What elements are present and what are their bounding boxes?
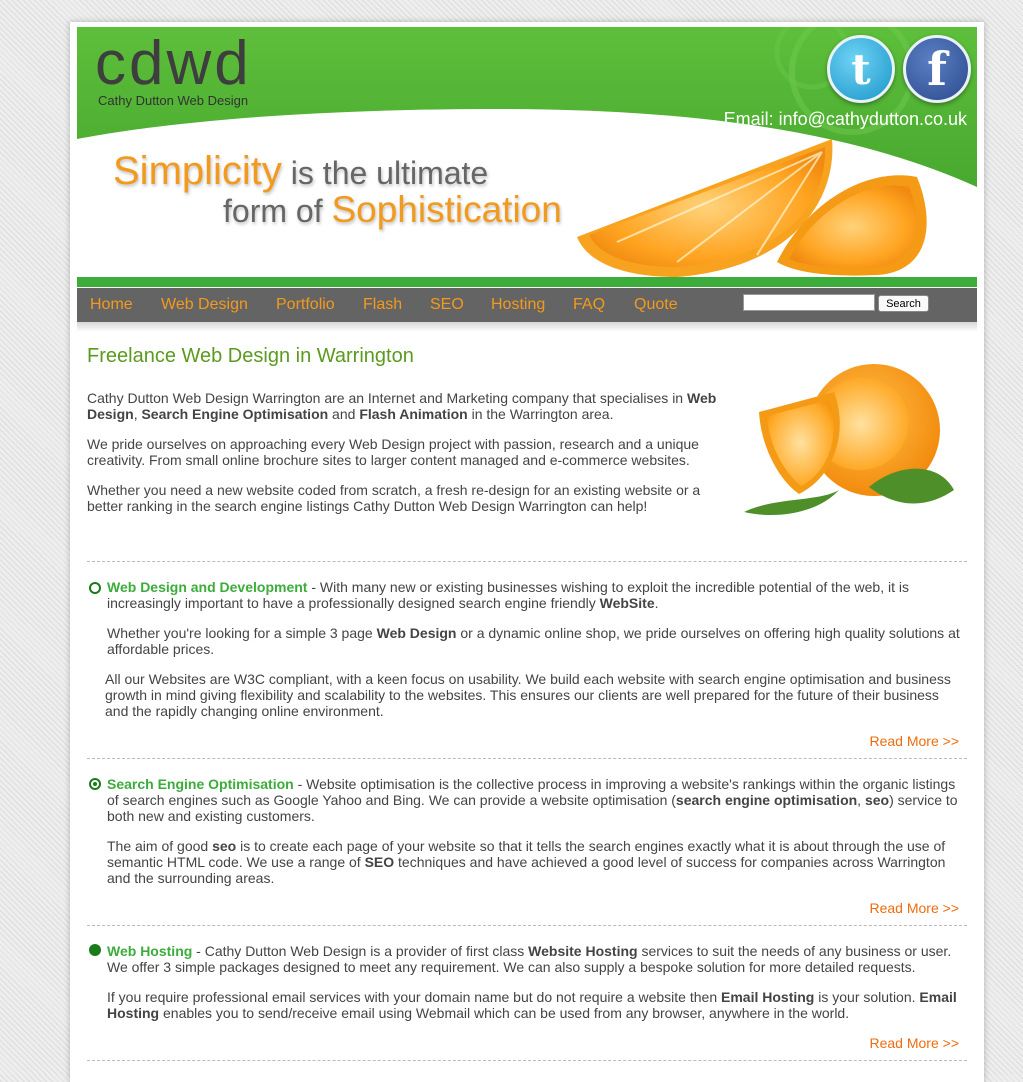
section-bold: SEO: [364, 854, 395, 870]
intro-paragraph-2: We pride ourselves on approaching every …: [87, 436, 699, 468]
twitter-icon[interactable]: t: [827, 35, 895, 103]
nav-item-seo[interactable]: SEO: [430, 296, 464, 314]
section-text: Whether you're looking for a simple 3 pa…: [107, 625, 377, 641]
intro-text: and: [328, 406, 360, 422]
section-text: is your solution.: [814, 989, 920, 1005]
logo-subtitle: Cathy Dutton Web Design: [98, 93, 249, 108]
section-seo-p1: Search Engine Optimisation - Website opt…: [107, 776, 962, 824]
section-text: If you require professional email servic…: [107, 989, 721, 1005]
read-more-link-hosting[interactable]: Read More >>: [870, 1035, 960, 1051]
section-bold: seo: [212, 838, 237, 854]
nav-item-flash[interactable]: Flash: [363, 296, 402, 314]
section-divider: [87, 758, 967, 759]
contact-email[interactable]: Email: info@cathydutton.co.uk: [724, 109, 967, 130]
page-container: cdwd Cathy Dutton Web Design t f Email: …: [70, 22, 984, 1082]
section-title-hosting[interactable]: Web Hosting: [107, 943, 192, 959]
search-button[interactable]: Search: [878, 295, 929, 312]
nav-item-web-design[interactable]: Web Design: [161, 296, 248, 314]
tagline-highlight-sophistication: Sophistication: [331, 189, 562, 230]
nav-shadow: [77, 322, 977, 332]
search-input[interactable]: [743, 294, 875, 311]
intro-text: Cathy Dutton Web Design Warrington are a…: [87, 390, 687, 406]
section-bold: Email Hosting: [721, 989, 815, 1005]
read-more-link-web-design[interactable]: Read More >>: [870, 733, 960, 749]
intro-bold-flash: Flash Animation: [359, 406, 468, 422]
nav-item-hosting[interactable]: Hosting: [491, 296, 545, 314]
tagline-line1: Simplicity is the ultimate: [113, 149, 488, 194]
tagline-line2: form of Sophistication: [223, 189, 562, 231]
section-bold: WebSite: [599, 595, 655, 611]
intro-text: in the Warrington area.: [467, 406, 614, 422]
tagline-rest1: is the ultimate: [281, 155, 489, 191]
section-bold: Website Hosting: [528, 943, 638, 959]
nav-item-quote[interactable]: Quote: [634, 296, 678, 314]
section-divider: [87, 1060, 967, 1061]
section-hosting-p1: Web Hosting - Cathy Dutton Web Design is…: [107, 943, 962, 975]
facebook-icon[interactable]: f: [903, 35, 971, 103]
main-nav: Home Web Design Portfolio Flash SEO Host…: [77, 288, 977, 322]
section-bold: Web Design: [376, 625, 457, 641]
filled-bullet-icon: [89, 944, 101, 956]
read-more-link-seo[interactable]: Read More >>: [870, 900, 960, 916]
section-title-web-design[interactable]: Web Design and Development: [107, 579, 307, 595]
header-green-bar: [77, 277, 977, 287]
nav-item-home[interactable]: Home: [90, 296, 133, 314]
intro-bold-seo: Search Engine Optimisation: [141, 406, 329, 422]
tagline-highlight-simplicity: Simplicity: [113, 149, 282, 193]
section-divider: [87, 925, 967, 926]
ring-bullet-icon: [89, 582, 101, 594]
nav-item-faq[interactable]: FAQ: [573, 296, 605, 314]
section-web-design-p3: All our Websites are W3C compliant, with…: [105, 671, 951, 719]
section-seo-p2: The aim of good seo is to create each pa…: [107, 838, 962, 886]
orange-image: [744, 364, 954, 516]
section-hosting-p2: If you require professional email servic…: [107, 989, 962, 1021]
orange-slices-image: [577, 139, 927, 277]
section-text: - Cathy Dutton Web Design is a provider …: [192, 943, 529, 959]
section-text: .: [654, 595, 659, 611]
site-header: cdwd Cathy Dutton Web Design t f Email: …: [77, 27, 977, 277]
tagline-lead2: form of: [223, 193, 332, 229]
section-web-design-p2: Whether you're looking for a simple 3 pa…: [107, 625, 962, 657]
dot-bullet-icon: [89, 778, 101, 790]
site-logo[interactable]: cdwd: [95, 29, 252, 99]
section-web-design-p1: Web Design and Development - With many n…: [107, 579, 962, 611]
nav-item-portfolio[interactable]: Portfolio: [276, 296, 335, 314]
intro-paragraph-1: Cathy Dutton Web Design Warrington are a…: [87, 390, 717, 422]
page-title: Freelance Web Design in Warrington: [87, 345, 414, 367]
section-text: ,: [857, 792, 865, 808]
intro-paragraph-3: Whether you need a new website coded fro…: [87, 482, 701, 514]
section-bold: search engine optimisation: [675, 792, 858, 808]
section-text: The aim of good: [107, 838, 213, 854]
section-title-seo[interactable]: Search Engine Optimisation: [107, 776, 294, 792]
section-text: enables you to send/receive email using …: [159, 1005, 850, 1021]
section-bold: seo: [864, 792, 890, 808]
section-divider: [87, 561, 967, 562]
